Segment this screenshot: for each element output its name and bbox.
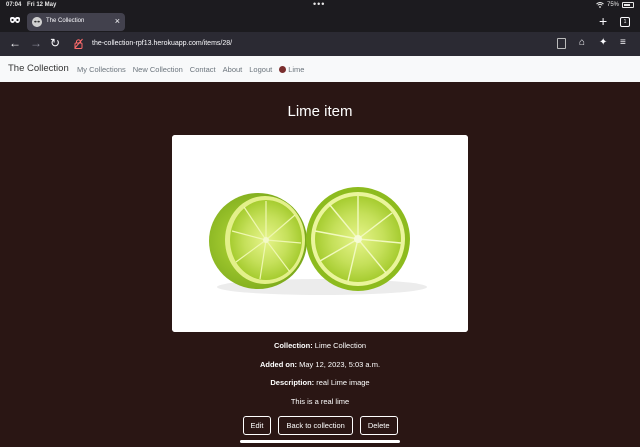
description-label: Description: — [270, 378, 315, 387]
item-image — [172, 135, 468, 332]
added-on-line: Added on: May 12, 2023, 5:03 a.m. — [0, 360, 640, 369]
forward-icon[interactable]: → — [30, 35, 42, 51]
delete-button[interactable]: Delete — [359, 416, 398, 435]
nav-logout[interactable]: Logout — [249, 65, 272, 74]
collection-label: Collection: — [273, 341, 313, 350]
status-time: 07:04 — [6, 2, 22, 8]
nav-contact[interactable]: Contact — [190, 65, 216, 74]
battery-percent: 75% — [606, 2, 619, 8]
status-bar: 07:04 Fri 12 May ••• 75% — [0, 0, 640, 11]
back-to-collection-button[interactable]: Back to collection — [278, 416, 353, 435]
wifi-icon — [596, 2, 604, 8]
reader-icon[interactable] — [557, 38, 566, 49]
home-icon[interactable]: ⌂ — [579, 37, 585, 49]
nav-user[interactable]: Lime — [279, 65, 304, 74]
multitasking-dots-icon[interactable]: ••• — [313, 0, 325, 9]
extensions-icon[interactable]: ✦ — [599, 37, 607, 49]
edit-button[interactable]: Edit — [242, 416, 272, 435]
private-browsing-icon[interactable] — [9, 16, 21, 25]
close-tab-icon[interactable]: × — [115, 16, 120, 27]
nav-new-collection[interactable]: New Collection — [133, 65, 183, 74]
nav-user-label: Lime — [288, 65, 305, 74]
added-on-label: Added on: — [259, 360, 298, 369]
back-icon[interactable]: ← — [9, 35, 21, 51]
nav-about[interactable]: About — [223, 65, 243, 74]
lock-icon[interactable] — [74, 38, 83, 49]
status-date: Fri 12 May — [27, 2, 57, 8]
tab-the-collection[interactable]: The Collection × — [27, 13, 125, 31]
collection-line: Collection: Lime Collection — [0, 341, 640, 350]
site-navbar: The Collection My Collections New Collec… — [0, 56, 640, 82]
collection-value: Lime Collection — [314, 341, 367, 350]
nav-links: My Collections New Collection Contact Ab… — [77, 65, 304, 74]
reload-icon[interactable]: ↻ — [50, 35, 60, 51]
tab-bar: The Collection × + 1 — [0, 11, 640, 32]
url-bar[interactable]: the-collection-rpf13.herokuapp.com/items… — [69, 35, 549, 52]
alien-favicon-icon — [32, 17, 42, 27]
battery-icon — [622, 2, 634, 8]
user-icon — [279, 66, 287, 73]
description-line: Description: real Lime image — [0, 378, 640, 387]
new-tab-icon[interactable]: + — [599, 13, 607, 29]
lime-halves-image — [172, 135, 468, 332]
browser-toolbar: ← → ↻ the-collection-rpf13.herokuapp.com… — [0, 32, 640, 56]
url-text: the-collection-rpf13.herokuapp.com/items… — [92, 40, 233, 47]
tab-count-button[interactable]: 1 — [620, 17, 630, 27]
added-on-value: May 12, 2023, 5:03 a.m. — [299, 360, 381, 369]
description-value: real Lime image — [316, 378, 370, 387]
navbar-brand[interactable]: The Collection — [8, 63, 69, 74]
menu-icon[interactable]: ≡ — [620, 37, 626, 49]
tab-title: The Collection — [46, 18, 85, 24]
item-notes: This is a real lime — [290, 397, 350, 406]
home-indicator[interactable] — [240, 440, 400, 443]
item-actions: Edit Back to collection Delete — [0, 416, 640, 435]
nav-my-collections[interactable]: My Collections — [77, 65, 126, 74]
page-title: Lime item — [287, 103, 353, 120]
